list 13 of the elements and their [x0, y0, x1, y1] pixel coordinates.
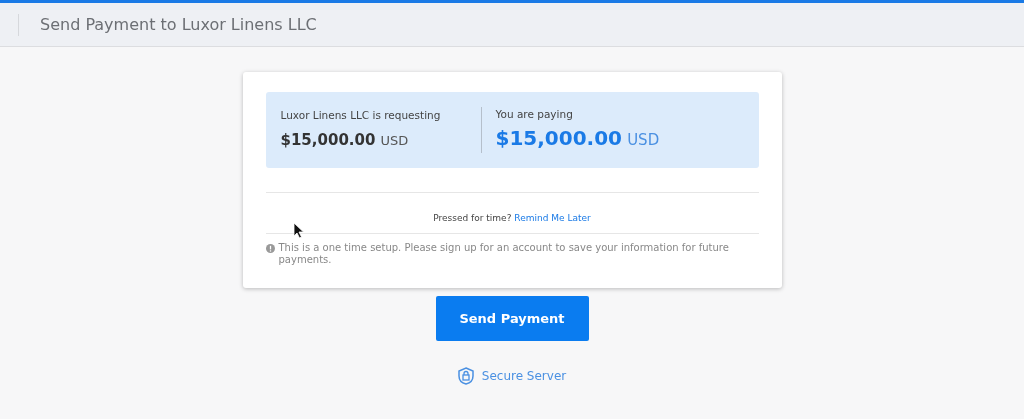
- setup-notice: This is a one time setup. Please sign up for an account to save your information for future payments.: [278, 242, 730, 266]
- reminder-text: Pressed for time? Remind Me Later: [433, 213, 591, 223]
- paying-amount: $15,000.00 USD: [495, 124, 660, 152]
- info-icon: [265, 244, 275, 253]
- secure-server-label: Secure Server: [481, 368, 567, 385]
- paying-label: You are paying: [495, 107, 574, 123]
- remind-later-link[interactable]: Remind Me Later: [514, 213, 591, 223]
- send-payment-button[interactable]: Send Payment: [435, 296, 589, 341]
- page-title: Send Payment to Luxor Linens LLC: [40, 13, 317, 36]
- shield-lock-icon: [457, 367, 474, 385]
- requested-amount: $15,000.00 USD: [280, 129, 410, 151]
- requesting-label: Luxor Linens LLC is requesting: [280, 108, 442, 124]
- cursor-icon: [294, 223, 305, 239]
